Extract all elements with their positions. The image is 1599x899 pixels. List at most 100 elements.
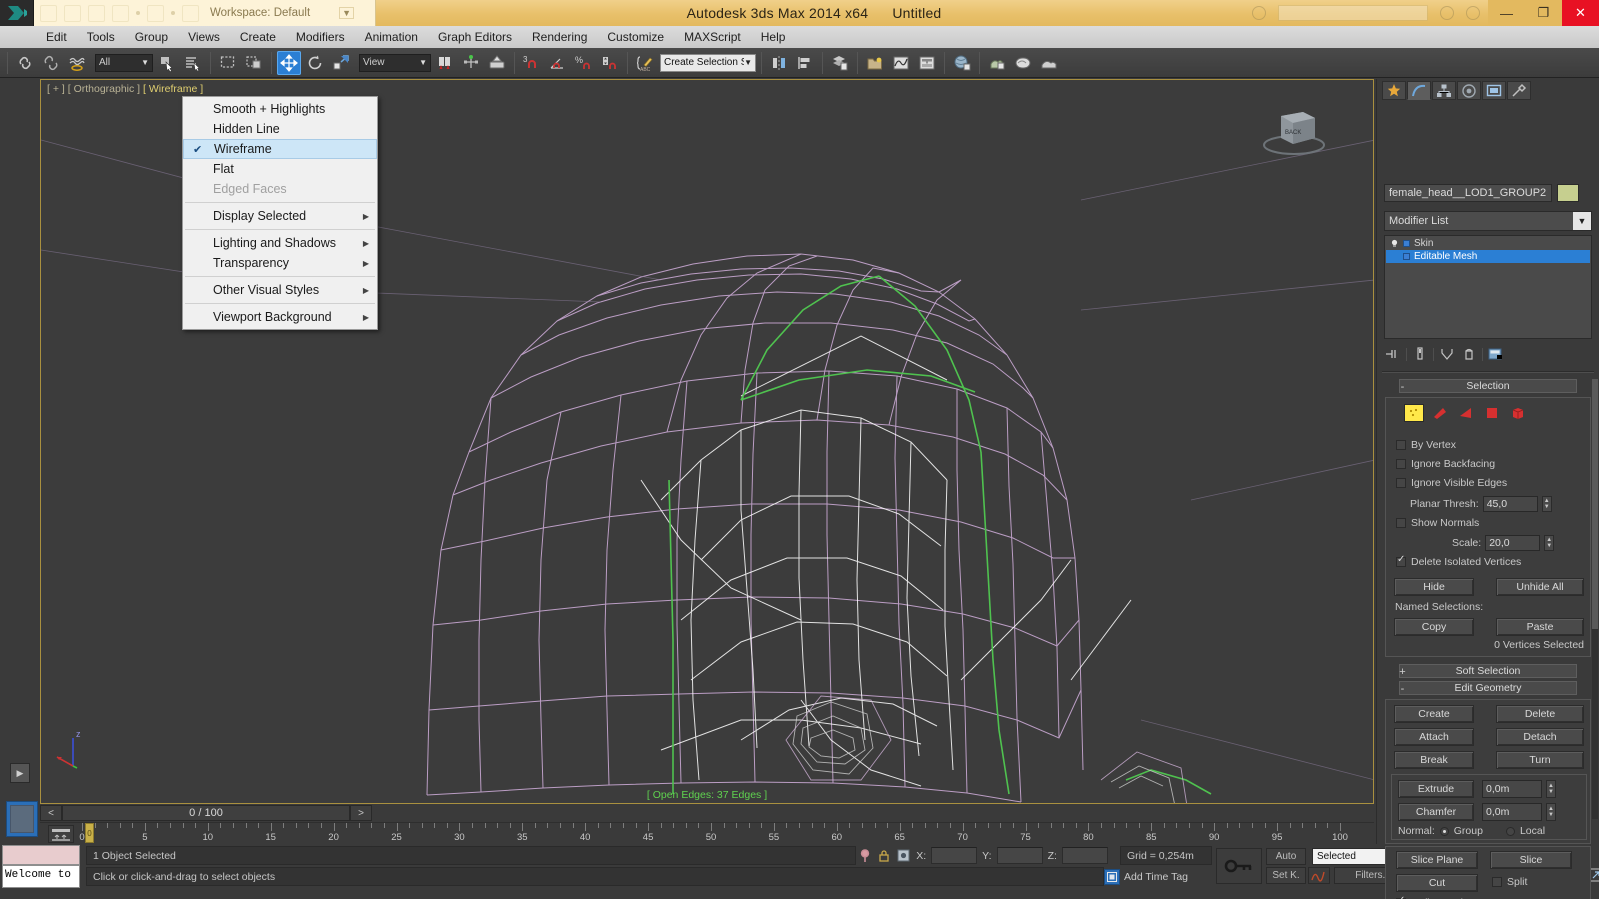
menu-item-smooth-highlights[interactable]: Smooth + Highlights — [183, 99, 377, 119]
modify-tab[interactable] — [1407, 81, 1431, 100]
window-crossing-toggle-icon[interactable] — [242, 51, 266, 75]
spinner-snap-icon[interactable] — [598, 51, 622, 75]
lock-selection-icon[interactable] — [877, 848, 891, 864]
planar-thresh-input[interactable]: 45,0 — [1482, 496, 1538, 512]
time-slider-prev-button[interactable]: < — [40, 805, 62, 821]
view-cube[interactable]: BACK — [1261, 98, 1333, 163]
rectangular-select-region-icon[interactable] — [216, 51, 240, 75]
turn-button[interactable]: Turn — [1496, 751, 1584, 769]
hierarchy-tab[interactable] — [1432, 81, 1456, 100]
soft-selection-rollout-header[interactable]: + Soft Selection — [1399, 664, 1577, 678]
curve-editor-icon[interactable] — [889, 51, 913, 75]
mini-listener[interactable]: Welcome to — [0, 844, 82, 899]
delete-isolated-vertices-row[interactable]: Delete Isolated Vertices — [1396, 554, 1521, 568]
reference-coordinate-dropdown[interactable]: View ▼ — [359, 53, 431, 72]
ignore-visible-edges-checkbox[interactable] — [1396, 478, 1406, 488]
angle-snap-icon[interactable] — [546, 51, 570, 75]
unlink-selection-icon[interactable] — [39, 51, 63, 75]
menu-item-other-visual-styles[interactable]: Other Visual Styles ▶ — [183, 280, 377, 300]
infocenter-search-input[interactable] — [1278, 5, 1428, 21]
select-object-icon[interactable] — [155, 51, 179, 75]
menu-rendering[interactable]: Rendering — [522, 28, 597, 46]
extrude-button[interactable]: Extrude — [1398, 780, 1474, 798]
menu-item-flat[interactable]: Flat — [183, 159, 377, 179]
select-by-name-icon[interactable] — [181, 51, 205, 75]
open-file-icon[interactable] — [64, 4, 81, 22]
object-color-swatch[interactable] — [1557, 184, 1579, 202]
menu-item-wireframe[interactable]: ✔ Wireframe — [183, 139, 377, 159]
menu-item-hidden-line[interactable]: Hidden Line — [183, 119, 377, 139]
ignore-backfacing-row[interactable]: Ignore Backfacing — [1396, 458, 1495, 470]
menu-maxscript[interactable]: MAXScript — [674, 28, 751, 46]
absolute-relative-transform-icon[interactable] — [896, 848, 911, 864]
set-key-button[interactable]: Set K. — [1266, 867, 1306, 884]
edit-named-selection-sets-icon[interactable]: ABC — [633, 51, 657, 75]
slice-button[interactable]: Slice — [1490, 851, 1572, 869]
expand-modifier-icon[interactable] — [1403, 240, 1410, 247]
named-selection-sets-dropdown[interactable]: Create Selection Se ▼ — [660, 53, 756, 72]
pin-stack-icon[interactable] — [1384, 346, 1402, 362]
selection-rollout-title-bar[interactable]: - Selection — [1399, 379, 1577, 393]
percent-snap-icon[interactable]: % — [572, 51, 596, 75]
viewport-label-view[interactable]: [ Orthographic ] — [68, 83, 140, 95]
select-and-scale-icon[interactable] — [329, 51, 353, 75]
soft-selection-rollout-toggle[interactable]: + — [1397, 665, 1408, 679]
normal-local-radio[interactable] — [1505, 826, 1515, 836]
by-vertex-checkbox[interactable] — [1396, 440, 1406, 450]
delete-button[interactable]: Delete — [1496, 705, 1584, 723]
minimize-button[interactable]: — — [1488, 0, 1525, 26]
select-and-move-icon[interactable] — [277, 50, 301, 75]
by-vertex-row[interactable]: By Vertex — [1396, 439, 1456, 451]
scale-spinner[interactable]: ▲ ▼ — [1544, 535, 1555, 551]
menu-create[interactable]: Create — [230, 28, 286, 46]
break-button[interactable]: Break — [1394, 751, 1474, 769]
remove-modifier-icon[interactable] — [1460, 346, 1478, 362]
maxscript-listener-output[interactable]: Welcome to — [2, 865, 80, 888]
add-time-tag-label[interactable]: Add Time Tag — [1124, 871, 1188, 883]
set-key-toggle-icon[interactable] — [1216, 848, 1262, 884]
viewport-label-shading[interactable]: [ Wireframe ] — [143, 83, 203, 95]
material-editor-icon[interactable] — [950, 51, 974, 75]
extrude-spinner[interactable]: ▲ ▼ — [1546, 780, 1556, 798]
menu-views[interactable]: Views — [178, 28, 230, 46]
menu-item-lighting-and-shadows[interactable]: Lighting and Shadows ▶ — [183, 233, 377, 253]
undo-dropdown-icon[interactable] — [136, 11, 140, 15]
vertex-sub-object-button[interactable] — [1404, 404, 1424, 422]
select-object-icon[interactable] — [182, 4, 199, 22]
render-production-icon[interactable] — [1037, 51, 1061, 75]
select-and-rotate-icon[interactable] — [303, 51, 327, 75]
track-bar[interactable]: 0 0 5 10 15 20 25 30 35 40 45 50 55 60 65 70 75 80 85 90 95… — [40, 822, 1374, 844]
slice-plane-button[interactable]: Slice Plane — [1396, 851, 1478, 869]
menu-item-display-selected[interactable]: Display Selected ▶ — [183, 206, 377, 226]
z-coordinate-input[interactable] — [1061, 847, 1108, 864]
face-sub-object-button[interactable] — [1456, 404, 1476, 422]
split-checkbox[interactable] — [1492, 877, 1502, 887]
mirror-icon[interactable] — [767, 51, 791, 75]
unhide-all-button[interactable]: Unhide All — [1496, 578, 1584, 596]
time-slider-next-button[interactable]: > — [350, 805, 372, 821]
select-and-manipulate-icon[interactable] — [459, 51, 483, 75]
help-icon[interactable] — [1466, 6, 1480, 20]
scene-explorer-icon[interactable] — [863, 51, 887, 75]
ignore-backfacing-checkbox[interactable] — [1396, 459, 1406, 469]
key-filters-curve-icon[interactable] — [1308, 867, 1330, 884]
menu-item-viewport-background[interactable]: Viewport Background ▶ — [183, 307, 377, 327]
menu-help[interactable]: Help — [751, 28, 796, 46]
maximize-button[interactable]: ❐ — [1525, 0, 1562, 26]
isolate-selection-icon[interactable] — [858, 848, 872, 864]
attach-button[interactable]: Attach — [1394, 728, 1474, 746]
bind-to-space-warp-icon[interactable] — [65, 51, 89, 75]
viewport-layout-thumbnail[interactable] — [6, 801, 38, 837]
viewport-label-plus[interactable]: [ + ] — [47, 83, 65, 95]
selection-rollout-toggle[interactable]: - — [1397, 380, 1408, 394]
normal-group-radio[interactable] — [1439, 826, 1449, 836]
snap-3d-icon[interactable]: 3 — [520, 51, 544, 75]
maxscript-listener-input[interactable] — [2, 845, 80, 865]
lightbulb-icon[interactable] — [1390, 239, 1399, 248]
edit-geometry-rollout-toggle[interactable]: - — [1397, 682, 1408, 696]
selection-filter-dropdown[interactable]: All ▼ — [95, 53, 153, 72]
chamfer-spinner[interactable]: ▲ ▼ — [1546, 803, 1556, 821]
extrude-amount-input[interactable]: 0,0m — [1482, 780, 1542, 798]
x-coordinate-input[interactable] — [931, 847, 978, 864]
menu-animation[interactable]: Animation — [355, 28, 428, 46]
